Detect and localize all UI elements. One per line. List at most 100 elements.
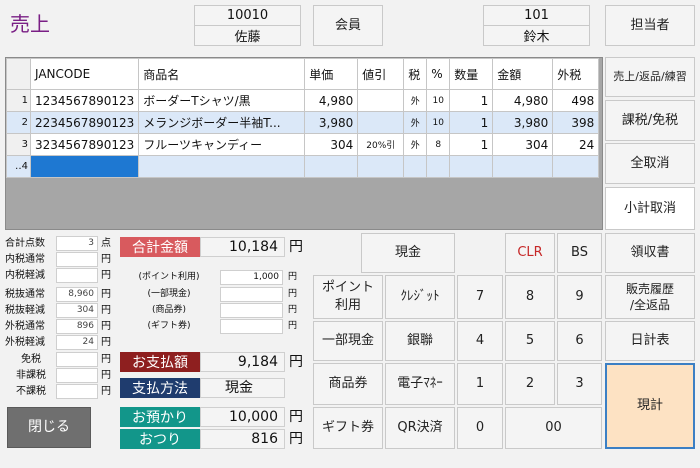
daily-report-button[interactable]: 日計表 [605, 321, 695, 361]
col-header-qty[interactable]: 数量 [449, 58, 494, 90]
voucher-button[interactable]: 商品券 [313, 363, 383, 405]
receipt-button[interactable]: 領収書 [605, 233, 695, 273]
items-grid[interactable]: JANCODE 商品名 単価 値引 税 % 数量 金額 外税 1 1234567… [5, 57, 603, 230]
key-0[interactable]: 0 [457, 407, 503, 449]
summary-value [56, 252, 98, 267]
summary-label: 外税軽減 [5, 337, 45, 348]
cash-button[interactable]: 現金 [361, 233, 455, 273]
cell-outtax[interactable] [552, 155, 600, 178]
new-row-number: 4 [21, 161, 28, 172]
customer-box[interactable]: 10010 佐藤 [194, 5, 301, 46]
cell-tax[interactable]: 外 [403, 111, 428, 134]
cancel-subtotal-button[interactable]: 小計取消 [605, 187, 695, 230]
cell-rate[interactable] [426, 155, 451, 178]
key-4[interactable]: 4 [457, 321, 503, 361]
cell-price[interactable]: 304 [304, 133, 359, 156]
col-header-name[interactable]: 商品名 [138, 58, 306, 90]
row-header-corner [6, 58, 31, 90]
cell-discount[interactable] [357, 155, 405, 178]
col-header-tax[interactable]: 税 [403, 58, 428, 90]
cell-name[interactable]: フルーツキャンディー [138, 133, 306, 156]
current-total-button[interactable]: 現計 [605, 363, 695, 449]
cell-outtax[interactable]: 498 [552, 89, 600, 112]
total-tag: 合計金額 [120, 237, 200, 257]
cell-price[interactable]: 4,980 [304, 89, 359, 112]
table-row[interactable]: 2 2234567890123 メランジボーダー半袖T... 3,980 外 1… [6, 111, 600, 134]
breakdown-value [220, 319, 283, 334]
key-3[interactable]: 3 [557, 363, 602, 405]
cell-rate[interactable]: 8 [426, 133, 451, 156]
table-new-row[interactable]: ‥4 [6, 155, 600, 178]
close-button[interactable]: 閉じる [7, 407, 91, 448]
key-5[interactable]: 5 [505, 321, 555, 361]
cell-qty[interactable] [449, 155, 494, 178]
cell-tax[interactable]: 外 [403, 133, 428, 156]
cell-outtax[interactable]: 398 [552, 111, 600, 134]
cancel-all-button[interactable]: 全取消 [605, 143, 695, 184]
cell-qty[interactable]: 1 [449, 133, 494, 156]
staff-button[interactable]: 担当者 [605, 5, 695, 46]
staff-box[interactable]: 101 鈴木 [483, 5, 590, 46]
key-6[interactable]: 6 [557, 321, 602, 361]
member-button[interactable]: 会員 [313, 5, 383, 46]
cell-price[interactable]: 3,980 [304, 111, 359, 134]
key-00[interactable]: 00 [505, 407, 602, 449]
key-9[interactable]: 9 [557, 275, 602, 319]
partial-cash-button[interactable]: 一部現金 [313, 321, 383, 361]
cell-discount[interactable] [357, 89, 405, 112]
cell-amount[interactable] [492, 155, 554, 178]
cell-amount[interactable]: 304 [492, 133, 554, 156]
received-value[interactable]: 10,000 [200, 407, 285, 427]
unionpay-button[interactable]: 銀聯 [385, 321, 455, 361]
key-2[interactable]: 2 [505, 363, 555, 405]
credit-button[interactable]: ｸﾚｼﾞｯﾄ [385, 275, 455, 319]
sale-mode-button[interactable]: 売上/返品/練習 [605, 57, 695, 97]
summary-unit: 円 [101, 270, 111, 281]
cell-rate[interactable]: 10 [426, 111, 451, 134]
cell-discount[interactable]: 20%引 [357, 133, 405, 156]
point-use-button[interactable]: ポイント 利用 [313, 275, 383, 319]
qr-button[interactable]: QR決済 [385, 407, 455, 449]
key-7[interactable]: 7 [457, 275, 503, 319]
sales-history-button[interactable]: 販売履歴 /全返品 [605, 275, 695, 319]
cell-jancode[interactable]: 3234567890123 [29, 133, 140, 156]
col-header-price[interactable]: 単価 [304, 58, 359, 90]
table-row[interactable]: 1 1234567890123 ボーダーTシャツ/黒 4,980 外 10 1 … [6, 89, 600, 112]
cell-jancode[interactable]: 1234567890123 [29, 89, 140, 112]
cell-tax[interactable]: 外 [403, 89, 428, 112]
key-8[interactable]: 8 [505, 275, 555, 319]
taxable-toggle-button[interactable]: 課税/免税 [605, 100, 695, 141]
cell-amount[interactable]: 4,980 [492, 89, 554, 112]
cell-name[interactable]: ボーダーTシャツ/黒 [138, 89, 306, 112]
col-header-jancode[interactable]: JANCODE [29, 58, 140, 90]
cell-amount[interactable]: 3,980 [492, 111, 554, 134]
cell-name[interactable] [138, 155, 306, 178]
cell-tax[interactable] [403, 155, 428, 178]
cell-qty[interactable]: 1 [449, 111, 494, 134]
summary-label: 内税軽減 [5, 270, 45, 281]
col-header-outtax[interactable]: 外税 [552, 58, 600, 90]
cell-rate[interactable]: 10 [426, 89, 451, 112]
col-header-amount[interactable]: 金額 [492, 58, 554, 90]
breakdown-label: (商品券) [151, 305, 187, 315]
backspace-button[interactable]: BS [557, 233, 602, 273]
cell-name[interactable]: メランジボーダー半袖T... [138, 111, 306, 134]
pay-method-value[interactable]: 現金 [200, 378, 285, 398]
emoney-button[interactable]: 電子ﾏﾈｰ [385, 363, 455, 405]
cell-discount[interactable] [357, 111, 405, 134]
cell-price[interactable] [304, 155, 359, 178]
gift-button[interactable]: ギフト券 [313, 407, 383, 449]
row-number: 2 [6, 111, 31, 134]
cell-outtax[interactable]: 24 [552, 133, 600, 156]
clear-button[interactable]: CLR [505, 233, 555, 273]
col-header-discount[interactable]: 値引 [357, 58, 405, 90]
cell-jancode[interactable]: 2234567890123 [29, 111, 140, 134]
summary-unit: 円 [101, 254, 111, 265]
cell-jancode-active[interactable] [29, 155, 140, 178]
cell-qty[interactable]: 1 [449, 89, 494, 112]
table-row[interactable]: 3 3234567890123 フルーツキャンディー 304 20%引 外 8 … [6, 133, 600, 156]
breakdown-value [220, 303, 283, 318]
change-unit: 円 [289, 431, 303, 447]
key-1[interactable]: 1 [457, 363, 503, 405]
col-header-rate[interactable]: % [426, 58, 451, 90]
